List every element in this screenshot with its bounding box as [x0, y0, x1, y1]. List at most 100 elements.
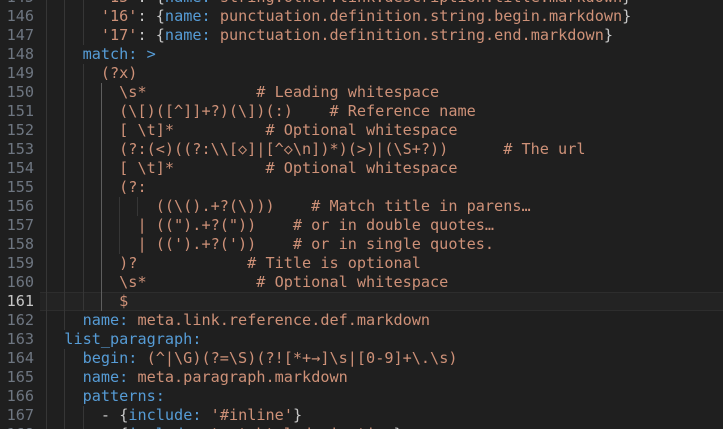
indent-guide	[83, 140, 84, 159]
code-line-content[interactable]: name: meta.link.reference.def.markdown	[46, 311, 723, 330]
code-line-content[interactable]: match: >	[46, 45, 723, 64]
token-key: name	[165, 26, 202, 44]
code-line: 167 - {include: '#inline'}	[0, 406, 723, 425]
token-key: patterns	[83, 387, 156, 405]
token-ws	[110, 425, 119, 429]
line-number[interactable]: 164	[0, 349, 34, 368]
line-number[interactable]: 165	[0, 368, 34, 387]
code-line: 160 \s* # Optional whitespace	[0, 273, 723, 292]
indent-guide	[64, 45, 65, 64]
code-line-content[interactable]: | ((').+?(')) # or in single quotes.	[46, 235, 723, 254]
indent-guide	[64, 197, 65, 216]
line-number[interactable]: 157	[0, 216, 34, 235]
line-number[interactable]: 154	[0, 159, 34, 178]
code-line-content[interactable]: [ \t]* # Optional whitespace	[46, 159, 723, 178]
line-number[interactable]: 159	[0, 254, 34, 273]
indent-guide	[46, 140, 47, 159]
code-line-content[interactable]: name: meta.paragraph.markdown	[46, 368, 723, 387]
line-number[interactable]: 161	[0, 292, 34, 311]
line-number[interactable]: 150	[0, 83, 34, 102]
indent-guide	[46, 235, 47, 254]
code-line: 166 patterns:	[0, 387, 723, 406]
line-number[interactable]: 155	[0, 178, 34, 197]
code-line-content[interactable]: - {include: text.html.derivative}	[46, 425, 723, 429]
indent-guide	[46, 197, 47, 216]
line-number[interactable]: 167	[0, 406, 34, 425]
indent-guide	[64, 235, 65, 254]
indent-guide-active	[101, 140, 102, 159]
token-punc: {	[156, 7, 165, 25]
line-number[interactable]: 146	[0, 7, 34, 26]
token-ws	[147, 26, 156, 44]
code-line: 164 begin: (^|\G)(?=\S)(?![*+→]\s|[0-9]+…	[0, 349, 723, 368]
code-line-content[interactable]: \s* # Leading whitespace	[46, 83, 723, 102]
code-editor[interactable]: 145 '15': {name: string.other.link.descr…	[0, 0, 723, 429]
code-line-content[interactable]: $	[46, 292, 723, 311]
token-ws	[147, 7, 156, 25]
code-line-content[interactable]: \s* # Optional whitespace	[46, 273, 723, 292]
code-line-content[interactable]: (?:(<)((?:\\[◇]|[^◇\n])*)(>)|(\S+?)) # T…	[46, 140, 723, 159]
token-key: :	[202, 7, 211, 25]
indent-guide	[64, 216, 65, 235]
code-line-content[interactable]: begin: (^|\G)(?=\S)(?![*+→]\s|[0-9]+\.\s…	[46, 349, 723, 368]
token-punc: }	[604, 26, 613, 44]
line-number[interactable]: 162	[0, 311, 34, 330]
token-ws	[137, 45, 146, 63]
code-line-content[interactable]: (?x)	[46, 64, 723, 83]
indent-guide	[64, 349, 65, 368]
line-number[interactable]: 152	[0, 121, 34, 140]
indent-guide-active	[101, 216, 102, 235]
token-key: :	[192, 406, 201, 424]
code-line-content[interactable]: patterns:	[46, 387, 723, 406]
token-punc: :	[137, 7, 146, 25]
line-number[interactable]: 166	[0, 387, 34, 406]
indent-guide	[46, 368, 47, 387]
indent-guide	[46, 121, 47, 140]
line-number[interactable]: 148	[0, 45, 34, 64]
token-punc: :	[137, 0, 146, 6]
indent-guide	[46, 64, 47, 83]
token-str: punctuation.definition.string.begin.mark…	[220, 7, 622, 25]
token-key: name	[165, 0, 202, 6]
code-line-content[interactable]: ((\().+?(\))) # Match title in parens…	[46, 197, 723, 216]
token-ws	[202, 406, 211, 424]
indent-guide	[64, 425, 65, 429]
code-line-content[interactable]: (?:	[46, 178, 723, 197]
indent-guide	[64, 83, 65, 102]
code-line: 154 [ \t]* # Optional whitespace	[0, 159, 723, 178]
indent-guide	[83, 292, 84, 311]
code-line: 147 '17': {name: punctuation.definition.…	[0, 26, 723, 45]
code-line-content[interactable]: [ \t]* # Optional whitespace	[46, 121, 723, 140]
indent-guide-active	[101, 273, 102, 292]
code-line-content[interactable]: | ((").+?(")) # or in double quotes…	[46, 216, 723, 235]
line-number[interactable]: 151	[0, 102, 34, 121]
code-line-content[interactable]: list_paragraph:	[46, 330, 723, 349]
line-number[interactable]: 147	[0, 26, 34, 45]
indent-guide	[46, 178, 47, 197]
token-key: match	[83, 45, 129, 63]
indent-guide-active	[101, 254, 102, 273]
indent-guide	[64, 273, 65, 292]
line-number[interactable]: 153	[0, 140, 34, 159]
code-line-content[interactable]: - {include: '#inline'}	[46, 406, 723, 425]
line-number[interactable]: 158	[0, 235, 34, 254]
code-line-content[interactable]: '17': {name: punctuation.definition.stri…	[46, 26, 723, 45]
line-number[interactable]: 149	[0, 64, 34, 83]
code-line-content[interactable]: '16': {name: punctuation.definition.stri…	[46, 7, 723, 26]
line-number[interactable]: 145	[0, 0, 34, 7]
line-number[interactable]: 160	[0, 273, 34, 292]
code-line: 149 (?x)	[0, 64, 723, 83]
code-line: 148 match: >	[0, 45, 723, 64]
line-number[interactable]: 168	[0, 425, 34, 429]
indent-guide	[64, 102, 65, 121]
token-punc: :	[137, 26, 146, 44]
indent-guide	[83, 64, 84, 83]
code-line-content[interactable]: (\[)([^]]+?)(\])(:) # Reference name	[46, 102, 723, 121]
line-number[interactable]: 156	[0, 197, 34, 216]
token-str: \s* # Leading whitespace	[119, 83, 439, 101]
code-line-content[interactable]: )? # Title is optional	[46, 254, 723, 273]
indent-guide	[83, 102, 84, 121]
line-number[interactable]: 163	[0, 330, 34, 349]
indent-guide	[83, 26, 84, 45]
code-line-content[interactable]: '15': {name: string.other.link.descripti…	[46, 0, 723, 7]
